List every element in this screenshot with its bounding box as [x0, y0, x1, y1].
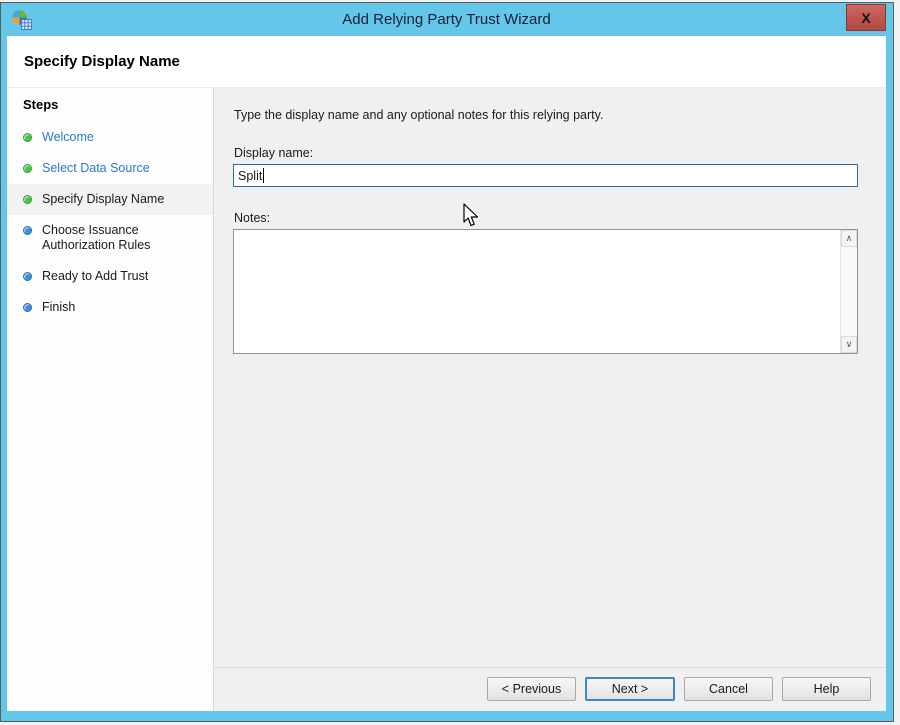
step-current-bullet-icon	[23, 195, 32, 204]
previous-button[interactable]: < Previous	[487, 677, 576, 701]
next-button[interactable]: Next >	[585, 677, 675, 701]
step-select-data-source: Select Data Source	[7, 153, 213, 184]
step-done-bullet-icon	[23, 164, 32, 173]
step-choose-issuance-authorization-rules: Choose Issuance Authorization Rules	[7, 215, 213, 261]
display-name-label: Display name:	[234, 146, 858, 160]
step-welcome: Welcome	[7, 122, 213, 153]
wizard-window: Add Relying Party Trust Wizard X Specify…	[0, 2, 894, 722]
window-title: Add Relying Party Trust Wizard	[7, 11, 886, 28]
step-upcoming-bullet-icon	[23, 226, 32, 235]
intro-text: Type the display name and any optional n…	[234, 108, 858, 122]
step-ready-to-add-trust: Ready to Add Trust	[7, 261, 213, 292]
notes-textarea[interactable]	[234, 230, 840, 353]
wizard-body: Specify Display Name Steps Welcome Selec…	[7, 36, 886, 711]
close-button[interactable]: X	[846, 4, 886, 31]
page-title: Specify Display Name	[7, 36, 886, 88]
display-name-input[interactable]	[233, 164, 858, 187]
step-finish: Finish	[7, 292, 213, 323]
text-caret	[263, 168, 264, 183]
step-upcoming-bullet-icon	[23, 303, 32, 312]
notes-label: Notes:	[234, 211, 858, 225]
steps-heading: Steps	[23, 97, 213, 112]
step-done-bullet-icon	[23, 133, 32, 142]
step-upcoming-bullet-icon	[23, 272, 32, 281]
steps-sidebar: Steps Welcome Select Data Source Specify…	[7, 88, 214, 711]
help-button[interactable]: Help	[782, 677, 871, 701]
cancel-button[interactable]: Cancel	[684, 677, 773, 701]
scroll-up-icon[interactable]: ∧	[841, 230, 857, 247]
scroll-down-icon[interactable]: ∨	[841, 336, 857, 353]
main-panel: Type the display name and any optional n…	[214, 88, 886, 711]
step-specify-display-name: Specify Display Name	[7, 184, 213, 215]
notes-field-box: ∧ ∨	[233, 229, 858, 354]
button-bar: < Previous Next > Cancel Help	[214, 667, 886, 711]
titlebar: Add Relying Party Trust Wizard X	[7, 3, 886, 36]
notes-scrollbar[interactable]: ∧ ∨	[840, 230, 857, 353]
